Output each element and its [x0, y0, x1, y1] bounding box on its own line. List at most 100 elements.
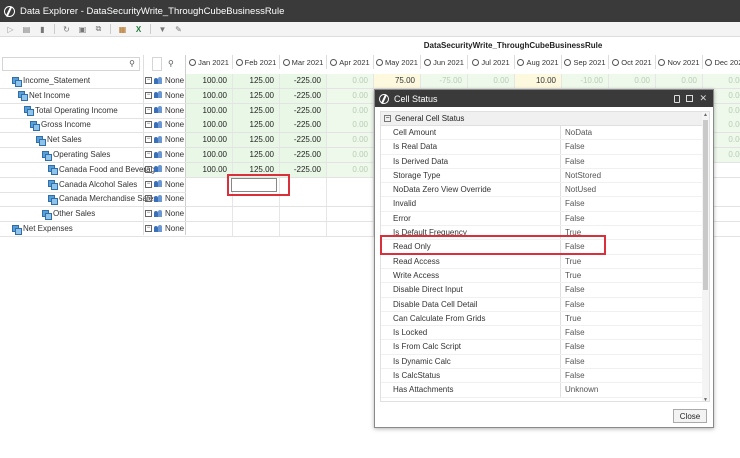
copy-icon[interactable]: ⧉ — [94, 24, 103, 34]
property-row[interactable]: Write Access True — [381, 268, 709, 284]
close-icon[interactable]: ✕ — [699, 93, 707, 104]
collapse-icon[interactable]: − — [145, 151, 152, 158]
dimension-filter-box-2[interactable] — [152, 57, 162, 71]
row-member[interactable]: Income_Statement — [12, 76, 90, 87]
row-dimension-2[interactable]: − None — [145, 180, 184, 189]
row-member[interactable]: Net Expenses — [12, 224, 73, 235]
row-dimension-2[interactable]: − None — [145, 91, 184, 100]
row-member[interactable]: Canada Food and Beverage — [48, 165, 160, 176]
scroll-down-icon[interactable]: ▼ — [703, 397, 708, 401]
data-cell[interactable]: 0.00 — [327, 74, 374, 88]
data-cell[interactable] — [186, 177, 233, 192]
data-cell[interactable]: 10.00 — [515, 74, 562, 88]
column-header[interactable]: Jul 2021 — [468, 55, 515, 69]
data-cell[interactable]: 0.00 — [468, 74, 515, 88]
column-header[interactable]: Nov 2021 — [656, 55, 703, 69]
data-cell[interactable]: 125.00 — [233, 74, 280, 88]
property-row[interactable]: Disable Direct Input False — [381, 283, 709, 298]
data-cell[interactable]: 0.00 — [327, 118, 374, 133]
data-cell[interactable] — [327, 192, 374, 207]
document-icon[interactable]: ▤ — [22, 25, 31, 34]
column-header[interactable]: Jan 2021 — [186, 55, 233, 69]
close-button[interactable]: Close — [673, 409, 707, 423]
row-dimension-2[interactable]: − None — [145, 106, 184, 115]
data-cell[interactable]: 125.00 — [233, 133, 280, 148]
property-row[interactable]: NoData Zero View Override NotUsed — [381, 183, 709, 198]
row-dimension-2[interactable]: − None — [145, 120, 184, 129]
property-row[interactable]: Disable Data Cell Detail False — [381, 297, 709, 312]
data-cell[interactable]: 0.00 — [327, 103, 374, 118]
data-cell[interactable]: -225.00 — [280, 148, 327, 162]
data-cell[interactable]: 0.00 — [656, 74, 703, 88]
row-member[interactable]: Net Sales — [36, 135, 82, 146]
column-header[interactable]: Aug 2021 — [515, 55, 562, 69]
row-dimension-2[interactable]: − None — [145, 194, 184, 203]
row-member[interactable]: Total Operating Income — [24, 106, 118, 117]
property-row[interactable]: Is Real Data False — [381, 140, 709, 155]
data-cell[interactable] — [327, 207, 374, 222]
dimension-filter-box[interactable]: ⚲ — [2, 57, 140, 71]
maximize-icon[interactable] — [686, 95, 694, 102]
data-cell[interactable]: 0.00 — [703, 74, 740, 88]
collapse-icon[interactable]: − — [145, 195, 152, 203]
collapse-icon[interactable]: − — [145, 136, 152, 144]
column-header[interactable]: Apr 2021 — [327, 55, 374, 69]
property-row[interactable]: Is From Calc Script False — [381, 340, 709, 355]
run-icon[interactable]: ▷ — [6, 25, 15, 34]
report-icon[interactable]: ▦ — [118, 25, 127, 34]
property-row[interactable]: Cell Amount NoData — [381, 126, 709, 141]
column-header[interactable]: Sep 2021 — [562, 55, 609, 69]
data-cell[interactable]: 125.00 — [233, 148, 280, 162]
pencil-icon[interactable]: ✎ — [174, 25, 183, 34]
row-dimension-2[interactable]: − None — [145, 224, 184, 233]
data-cell[interactable]: 100.00 — [186, 74, 233, 88]
column-header[interactable]: Jun 2021 — [421, 55, 468, 69]
collapse-icon[interactable]: − — [145, 180, 152, 188]
row-dimension-2[interactable]: − None — [145, 209, 184, 218]
data-cell[interactable]: 100.00 — [186, 88, 233, 103]
property-group-header[interactable]: − General Cell Status — [381, 112, 709, 126]
data-cell[interactable]: 0.00 — [327, 133, 374, 148]
collapse-icon[interactable]: − — [145, 91, 152, 99]
row-member[interactable]: Canada Merchandise Sales — [48, 194, 157, 205]
row-member[interactable]: Gross Income — [30, 120, 91, 131]
data-cell[interactable]: 0.00 — [609, 74, 656, 88]
property-row[interactable]: Read Access True — [381, 254, 709, 269]
collapse-icon[interactable]: − — [384, 115, 391, 122]
data-cell[interactable] — [186, 192, 233, 207]
filter-funnel-icon[interactable]: ⚲ — [129, 59, 135, 68]
data-cell[interactable]: 0.00 — [327, 162, 374, 177]
collapse-icon[interactable]: − — [145, 121, 152, 129]
collapse-icon[interactable]: − — [145, 210, 152, 218]
row-member[interactable]: Operating Sales — [42, 150, 110, 161]
column-header[interactable]: Feb 2021 — [233, 55, 280, 69]
collapse-icon[interactable]: − — [145, 165, 152, 173]
data-cell[interactable]: 100.00 — [186, 133, 233, 148]
data-cell[interactable] — [186, 222, 233, 236]
excel-icon[interactable]: X — [134, 25, 143, 34]
data-cell[interactable]: 125.00 — [233, 118, 280, 133]
property-row[interactable]: Is Derived Data False — [381, 154, 709, 169]
data-cell[interactable]: 100.00 — [186, 148, 233, 162]
property-row[interactable]: Is CalcStatus False — [381, 369, 709, 384]
property-row[interactable]: Is Dynamic Calc False — [381, 354, 709, 370]
data-cell[interactable] — [233, 207, 280, 222]
scroll-up-icon[interactable]: ▲ — [703, 112, 708, 118]
column-header[interactable]: Mar 2021 — [280, 55, 327, 69]
clipboard-icon[interactable] — [674, 94, 681, 103]
refresh-icon[interactable]: ↻ — [62, 25, 71, 34]
data-cell[interactable]: 0.00 — [327, 148, 374, 162]
data-cell[interactable] — [327, 222, 374, 236]
row-member[interactable]: Canada Alcohol Sales — [48, 180, 137, 191]
filter-funnel-icon[interactable]: ⚲ — [168, 59, 174, 68]
save-icon[interactable]: ▣ — [78, 25, 87, 34]
property-row[interactable]: Invalid False — [381, 197, 709, 212]
data-cell[interactable]: 0.00 — [327, 88, 374, 103]
data-cell[interactable] — [280, 222, 327, 236]
property-row[interactable]: Can Calculate From Grids True — [381, 311, 709, 327]
row-member[interactable]: Net Income — [18, 91, 70, 102]
property-row[interactable]: Has Attachments Unknown — [381, 383, 709, 398]
data-cell[interactable]: -75.00 — [421, 74, 468, 88]
data-cell[interactable] — [327, 177, 374, 192]
row-dimension-2[interactable]: − None — [145, 150, 184, 159]
